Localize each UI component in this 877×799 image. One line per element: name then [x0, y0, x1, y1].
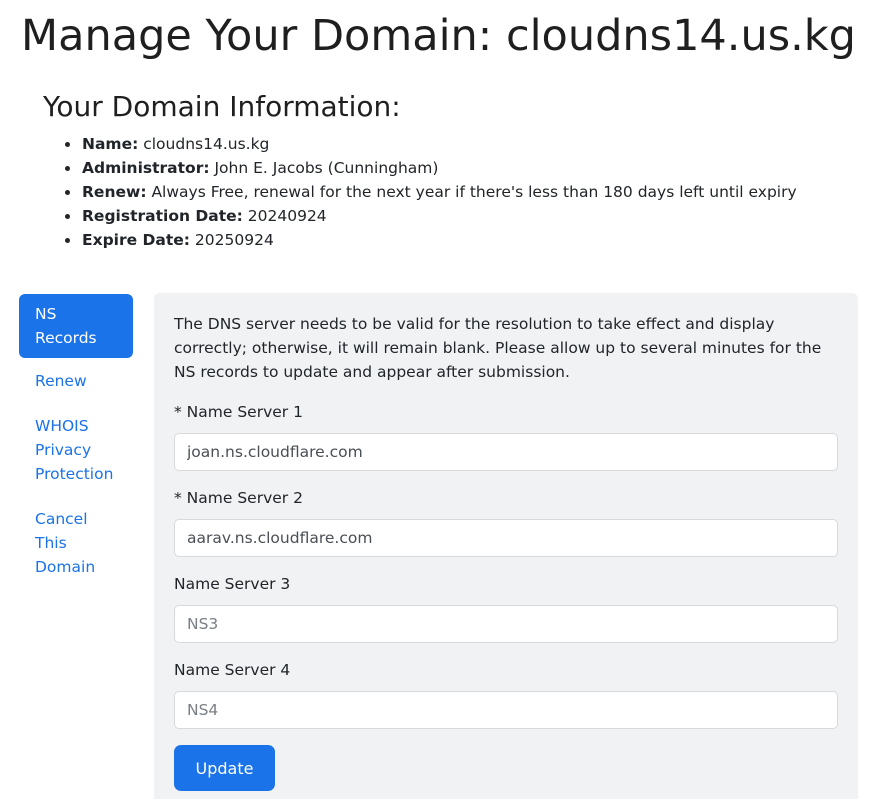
info-label: Registration Date:: [82, 207, 243, 225]
info-value: cloudns14.us.kg: [138, 135, 270, 153]
tab-whois-privacy-protection[interactable]: WHOIS Privacy Protection: [19, 406, 133, 496]
ns-description: The DNS server needs to be valid for the…: [174, 315, 822, 381]
info-label: Expire Date:: [82, 231, 190, 249]
info-value: John E. Jacobs (Cunningham): [209, 159, 439, 177]
info-item-registration-date: Registration Date: 20240924: [65, 204, 797, 228]
info-label: Name:: [82, 135, 139, 153]
info-value: 20240924: [242, 207, 327, 225]
domain-info-list: Name: cloudns14.us.kg Administrator: Joh…: [65, 132, 797, 252]
tab-cancel-domain[interactable]: Cancel This Domain: [19, 499, 133, 589]
name-server-2-label: * Name Server 2: [174, 489, 303, 507]
name-server-1-input[interactable]: [174, 433, 838, 471]
ns-records-panel: The DNS server needs to be valid for the…: [154, 293, 858, 799]
domain-info-heading: Your Domain Information:: [43, 90, 401, 123]
name-server-4-label: Name Server 4: [174, 661, 291, 679]
tab-ns-records[interactable]: NS Records: [19, 294, 133, 358]
info-item-name: Name: cloudns14.us.kg: [65, 132, 797, 156]
page-title: Manage Your Domain: cloudns14.us.kg: [21, 11, 856, 61]
info-value: Always Free, renewal for the next year i…: [146, 183, 797, 201]
info-item-expire-date: Expire Date: 20250924: [65, 228, 797, 252]
name-server-3-input[interactable]: [174, 605, 838, 643]
name-server-2-input[interactable]: [174, 519, 838, 557]
tab-renew[interactable]: Renew: [19, 361, 133, 403]
info-label: Renew:: [82, 183, 147, 201]
update-button[interactable]: Update: [174, 745, 275, 791]
info-value: 20250924: [190, 231, 274, 249]
page: Manage Your Domain: cloudns14.us.kg Your…: [0, 0, 877, 799]
info-label: Administrator:: [82, 159, 210, 177]
domain-tabs: NS Records Renew WHOIS Privacy Protectio…: [19, 294, 133, 592]
name-server-3-label: Name Server 3: [174, 575, 291, 593]
info-item-administrator: Administrator: John E. Jacobs (Cunningha…: [65, 156, 797, 180]
name-server-4-input[interactable]: [174, 691, 838, 729]
name-server-1-label: * Name Server 1: [174, 403, 303, 421]
info-item-renew: Renew: Always Free, renewal for the next…: [65, 180, 797, 204]
